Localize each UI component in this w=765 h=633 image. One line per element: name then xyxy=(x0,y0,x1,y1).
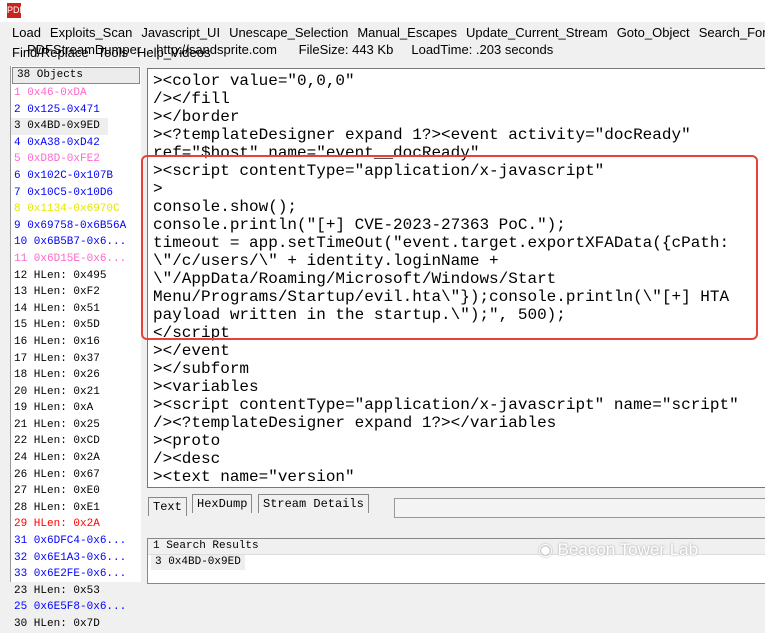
object-list-item[interactable]: 17 HLen: 0x37 xyxy=(11,351,141,368)
code-line: ><script contentType="application/x-java… xyxy=(153,396,739,414)
object-list-item[interactable]: 3 0x4BD-0x9ED xyxy=(11,118,108,135)
object-list-item[interactable]: 2 0x125-0x471 xyxy=(11,102,141,119)
code-line: /><desc xyxy=(153,450,221,468)
object-list-item[interactable]: 21 HLen: 0x25 xyxy=(11,417,141,434)
menu-bar-row2: Find/Replace Tools Help_Videos xyxy=(12,45,219,60)
object-list-item[interactable]: 5 0xD8D-0xFE2 xyxy=(11,151,141,168)
object-list-item[interactable]: 27 HLen: 0xE0 xyxy=(11,483,141,500)
object-list-item[interactable]: 10 0x6B5B7-0x6... xyxy=(11,234,141,251)
object-list-item[interactable]: 30 HLen: 0x7D xyxy=(11,616,141,633)
menu-bar-row1: Load Exploits_Scan Javascript_UI Unescape_S… xyxy=(12,25,765,40)
object-list-item[interactable]: 13 HLen: 0xF2 xyxy=(11,284,141,301)
objects-list[interactable]: 38 Objects 1 0x46-0xDA 2 0x125-0x471 3 0x4… xyxy=(10,66,141,630)
object-list-item[interactable]: 23 HLen: 0x53 xyxy=(11,583,141,600)
code-line: ><text name="version" xyxy=(153,468,355,486)
search-result-item[interactable]: 3 0x4BD-0x9ED xyxy=(151,555,245,570)
object-list-item[interactable]: 4 0xA38-0xD42 xyxy=(11,135,141,152)
object-list-item[interactable]: 26 HLen: 0x67 xyxy=(11,467,141,484)
object-list-item[interactable]: 15 HLen: 0x5D xyxy=(11,317,141,334)
tab-stream-details[interactable]: Stream Details xyxy=(258,494,369,513)
object-list-item[interactable]: 31 0x6DFC4-0x6... xyxy=(11,533,141,550)
object-list-item[interactable]: 22 HLen: 0xCD xyxy=(11,433,141,450)
tab-text[interactable]: Text xyxy=(148,497,187,516)
object-list-item[interactable]: 33 0x6E2FE-0x6... xyxy=(11,566,141,583)
object-list-item[interactable]: 1 0x46-0xDA xyxy=(11,85,141,102)
object-list-item[interactable]: 24 HLen: 0x2A xyxy=(11,450,141,467)
object-list-item[interactable]: 29 HLen: 0x2A xyxy=(11,516,141,533)
pdf-app-icon: PDF xyxy=(7,3,25,18)
menu-item[interactable]: Unescape_Selection xyxy=(229,25,348,40)
code-line: ></subform xyxy=(153,360,250,378)
code-line: ></border xyxy=(153,108,240,126)
title-bar: PDF PDFStreamDumper - http://sandsprite.… xyxy=(0,0,765,57)
menu-item[interactable]: Manual_Escapes xyxy=(357,25,457,40)
object-list-item[interactable]: 7 0x10C5-0x10D6 xyxy=(11,185,141,202)
object-list-item[interactable]: 6 0x102C-0x107B xyxy=(11,168,141,185)
object-list-item[interactable]: 25 0x6E5F8-0x6... xyxy=(11,599,141,616)
tab-bar-input[interactable] xyxy=(394,498,765,518)
objects-header[interactable]: 38 Objects xyxy=(12,67,140,84)
menu-item[interactable]: Load xyxy=(12,25,41,40)
tab-hexdump[interactable]: HexDump xyxy=(192,494,253,513)
menu-item[interactable]: Search_For xyxy=(699,25,765,40)
wechat-icon: ◉ xyxy=(538,540,553,559)
object-list-item[interactable]: 20 HLen: 0x21 xyxy=(11,384,141,401)
object-list-item[interactable]: 19 HLen: 0xA xyxy=(11,400,141,417)
object-list-item[interactable]: 16 HLen: 0x16 xyxy=(11,334,141,351)
object-list-item[interactable]: 28 HLen: 0xE1 xyxy=(11,500,141,517)
object-list-item[interactable]: 32 0x6E1A3-0x6... xyxy=(11,550,141,567)
menu-item[interactable]: Goto_Object xyxy=(617,25,690,40)
menu-item[interactable]: Exploits_Scan xyxy=(50,25,132,40)
object-list-item[interactable]: 18 HLen: 0x26 xyxy=(11,367,141,384)
object-list-item[interactable]: 12 HLen: 0x495 xyxy=(11,268,141,285)
menu-item[interactable]: Tools xyxy=(98,45,128,60)
code-line: ><proto xyxy=(153,432,221,450)
code-line: ><variables xyxy=(153,378,259,396)
code-line: ><color value="0,0,0" xyxy=(153,72,355,90)
menu-item[interactable]: Help_Videos xyxy=(137,45,210,60)
object-list-item[interactable]: 14 HLen: 0x51 xyxy=(11,301,141,318)
watermark: ◉ Beacon Tower Lab xyxy=(538,540,699,559)
code-line: /></fill xyxy=(153,90,230,108)
code-line: ><?templateDesigner expand 1?><event act… xyxy=(153,126,691,144)
highlight-box xyxy=(141,155,758,340)
object-list-item[interactable]: 11 0x6D15E-0x6... xyxy=(11,251,141,268)
menu-item[interactable]: Update_Current_Stream xyxy=(466,25,608,40)
code-line: /><?templateDesigner expand 1?></variabl… xyxy=(153,414,557,432)
object-list-item[interactable]: 8 0x1134-0x6970C xyxy=(11,201,141,218)
code-line: ></event xyxy=(153,342,230,360)
menu-item[interactable]: Javascript_UI xyxy=(141,25,220,40)
menu-item[interactable]: Find/Replace xyxy=(12,45,89,60)
object-list-item[interactable]: 9 0x69758-0x6B56A xyxy=(11,218,141,235)
